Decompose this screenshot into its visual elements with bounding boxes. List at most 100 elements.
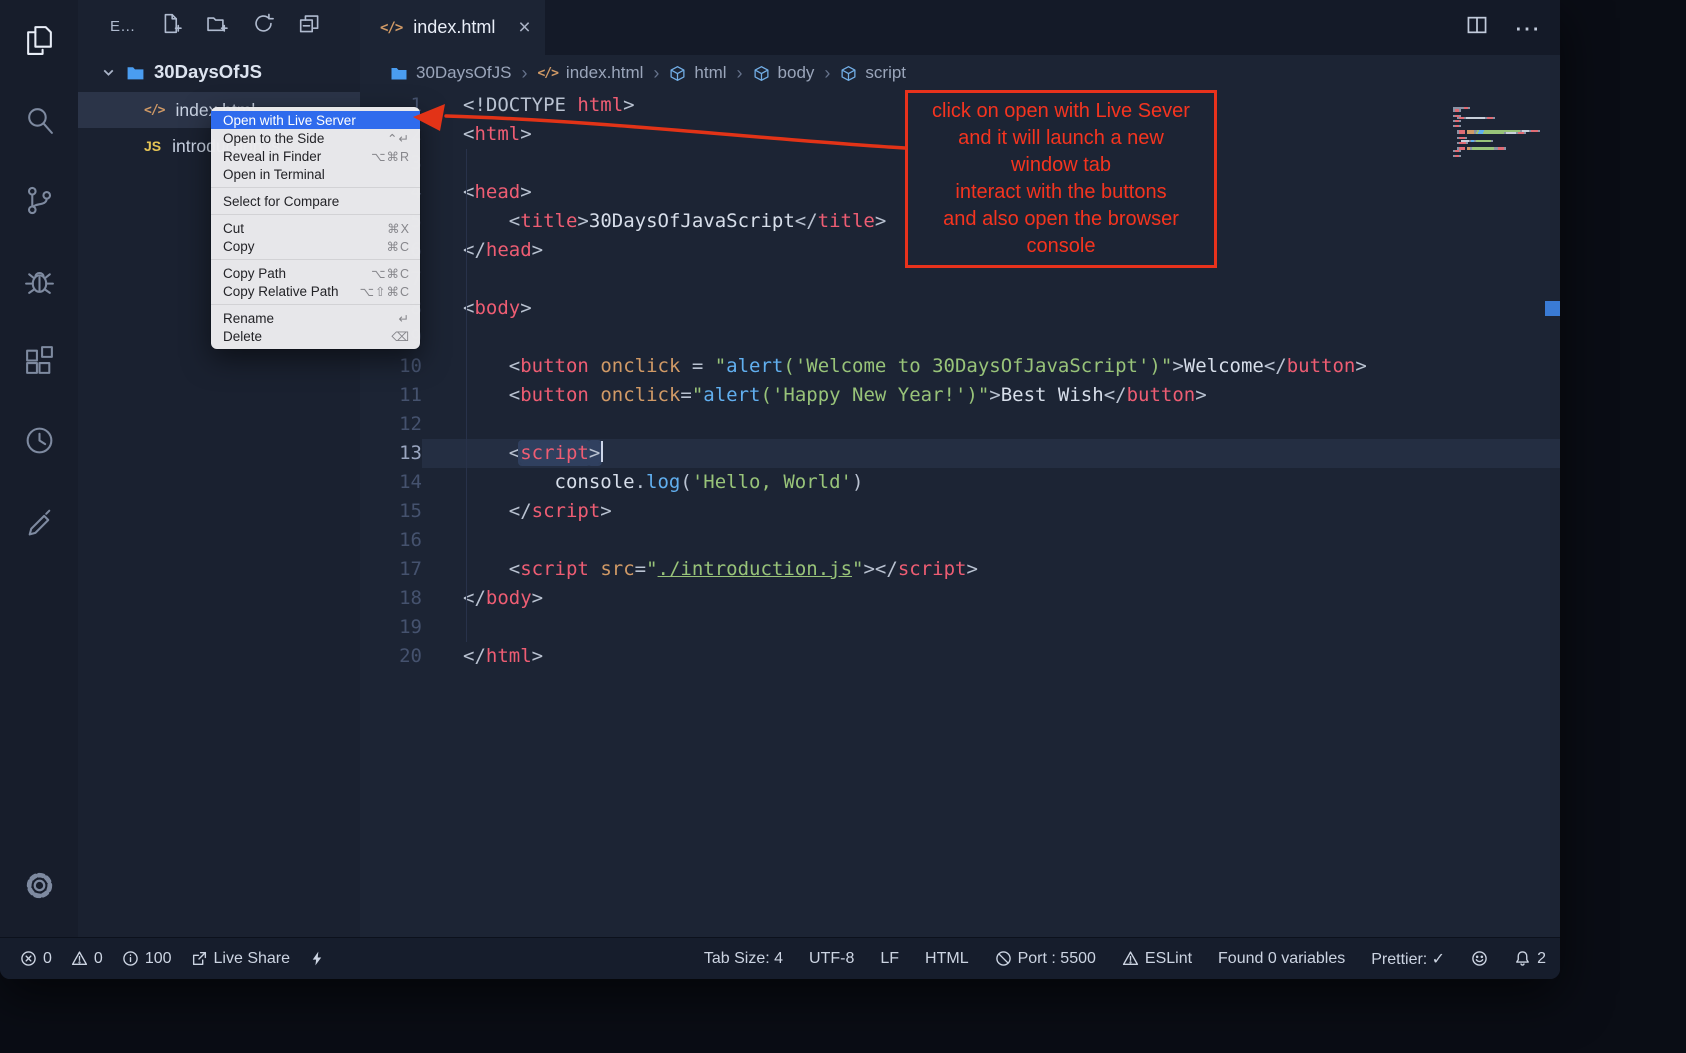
code-line-12[interactable]: 12: [360, 410, 1560, 439]
status-eol[interactable]: LF: [880, 950, 899, 968]
status-language-mode[interactable]: HTML: [925, 950, 969, 968]
status-eslint[interactable]: ESLint: [1122, 950, 1192, 968]
menu-item-shortcut: ↵: [399, 311, 410, 326]
tab-close-icon[interactable]: ×: [518, 17, 530, 38]
refresh-icon[interactable]: [252, 12, 275, 40]
line-number: 14: [360, 468, 422, 497]
line-text: </body>: [422, 584, 1560, 613]
source-control-icon[interactable]: [0, 160, 78, 240]
pen-icon[interactable]: [0, 480, 78, 560]
status-quick-action[interactable]: [309, 950, 326, 967]
status-text: HTML: [925, 950, 969, 968]
menu-item-open-with-live-server[interactable]: Open with Live Server: [211, 111, 420, 129]
new-folder-icon[interactable]: [206, 12, 229, 40]
line-text: <button onclick="alert('Happy New Year!'…: [422, 381, 1560, 410]
code-line-11[interactable]: 11 <button onclick="alert('Happy New Yea…: [360, 381, 1560, 410]
status-text: 0: [43, 950, 52, 968]
minimap[interactable]: [1453, 95, 1545, 146]
breadcrumb-body[interactable]: body: [753, 63, 815, 83]
menu-item-open-in-terminal[interactable]: Open in Terminal: [211, 165, 420, 183]
code-line-20[interactable]: 20</html>: [360, 642, 1560, 671]
code-line-9[interactable]: 9: [360, 323, 1560, 352]
code-line-15[interactable]: 15 </script>: [360, 497, 1560, 526]
menu-item-shortcut: ⌥⌘R: [371, 149, 410, 164]
menu-item-label: Open in Terminal: [223, 167, 325, 182]
status-feedback[interactable]: [1471, 950, 1488, 967]
menu-item-copy-relative-path[interactable]: Copy Relative Path⌥⇧⌘C: [211, 282, 420, 300]
port-icon: [995, 950, 1012, 967]
settings-gear-icon[interactable]: [0, 845, 78, 925]
line-number: 13: [360, 439, 422, 468]
split-editor-icon[interactable]: [1466, 14, 1488, 41]
folder-icon: [390, 64, 408, 82]
line-number: 18: [360, 584, 422, 613]
line-number: 10: [360, 352, 422, 381]
activity-bar: [0, 0, 78, 937]
explorer-icon[interactable]: [0, 0, 78, 80]
breadcrumb-index-html[interactable]: </>index.html: [537, 63, 643, 83]
annotation-text: and also open the browser: [910, 206, 1212, 233]
status-live-share[interactable]: Live Share: [191, 950, 291, 968]
warning-icon: [71, 950, 88, 967]
code-line-19[interactable]: 19: [360, 613, 1560, 642]
status-text: Found 0 variables: [1218, 950, 1345, 968]
menu-item-reveal-in-finder[interactable]: Reveal in Finder⌥⌘R: [211, 147, 420, 165]
status-variables[interactable]: Found 0 variables: [1218, 950, 1345, 968]
line-text: <script src="./introduction.js"></script…: [422, 555, 1560, 584]
menu-item-label: Select for Compare: [223, 194, 339, 209]
info-icon: [122, 950, 139, 967]
extensions-icon[interactable]: [0, 320, 78, 400]
status-notifications[interactable]: 2: [1514, 950, 1546, 968]
status-bar: 0 0 100 Live Share Tab Size: 4 UTF-8 LF HTML Po…: [0, 937, 1560, 979]
menu-item-delete[interactable]: Delete⌫: [211, 327, 420, 345]
scrollbar[interactable]: [1545, 91, 1560, 937]
menu-item-copy[interactable]: Copy⌘C: [211, 237, 420, 255]
annotation-text: console: [910, 233, 1212, 260]
breadcrumb-html[interactable]: html: [669, 63, 726, 83]
code-line-13[interactable]: 13 <script>: [360, 439, 1560, 468]
status-port[interactable]: Port : 5500: [995, 950, 1096, 968]
run-debug-icon[interactable]: [0, 240, 78, 320]
status-encoding[interactable]: UTF-8: [809, 950, 854, 968]
code-line-10[interactable]: 10 <button onclick = "alert('Welcome to …: [360, 352, 1560, 381]
menu-item-select-for-compare[interactable]: Select for Compare: [211, 192, 420, 210]
code-line-18[interactable]: 18</body>: [360, 584, 1560, 613]
breadcrumb-separator: ›: [521, 63, 527, 84]
status-text: LF: [880, 950, 899, 968]
breadcrumb-script[interactable]: script: [840, 63, 906, 83]
smiley-icon: [1471, 950, 1488, 967]
status-problems-warnings[interactable]: 0: [71, 950, 103, 968]
breadcrumb-label: index.html: [566, 63, 643, 83]
tab-index-html[interactable]: </> index.html ×: [360, 0, 545, 55]
more-actions-icon[interactable]: ⋯: [1514, 15, 1540, 41]
status-tab-size[interactable]: Tab Size: 4: [704, 950, 783, 968]
code-line-8[interactable]: 8<body>: [360, 294, 1560, 323]
menu-item-copy-path[interactable]: Copy Path⌥⌘C: [211, 264, 420, 282]
menu-item-label: Rename: [223, 311, 274, 326]
menu-item-label: Cut: [223, 221, 244, 236]
code-line-14[interactable]: 14 console.log('Hello, World'): [360, 468, 1560, 497]
menu-separator: [211, 214, 420, 215]
line-number: 20: [360, 642, 422, 671]
new-file-icon[interactable]: [160, 12, 183, 40]
lightning-icon: [309, 950, 326, 967]
js-file-icon: JS: [144, 138, 161, 154]
menu-item-rename[interactable]: Rename ↵: [211, 309, 420, 327]
status-problems-errors[interactable]: 0: [20, 950, 52, 968]
status-text: Tab Size: 4: [704, 950, 783, 968]
line-text: </html>: [422, 642, 1560, 671]
code-line-17[interactable]: 17 <script src="./introduction.js"></scr…: [360, 555, 1560, 584]
history-icon[interactable]: [0, 400, 78, 480]
code-line-16[interactable]: 16: [360, 526, 1560, 555]
status-prettier[interactable]: Prettier: ✓: [1371, 949, 1445, 969]
menu-item-open-to-the-side[interactable]: Open to the Side⌃↵: [211, 129, 420, 147]
menu-item-cut[interactable]: Cut⌘X: [211, 219, 420, 237]
project-folder-row[interactable]: 30DaysOfJS: [78, 52, 360, 92]
code-line-7[interactable]: 7: [360, 265, 1560, 294]
line-number: 16: [360, 526, 422, 555]
status-info-count[interactable]: 100: [122, 950, 172, 968]
breadcrumb-30daysofjs[interactable]: 30DaysOfJS: [390, 63, 511, 83]
menu-item-label: Copy Relative Path: [223, 284, 339, 299]
collapse-all-icon[interactable]: [298, 12, 321, 40]
search-icon[interactable]: [0, 80, 78, 160]
